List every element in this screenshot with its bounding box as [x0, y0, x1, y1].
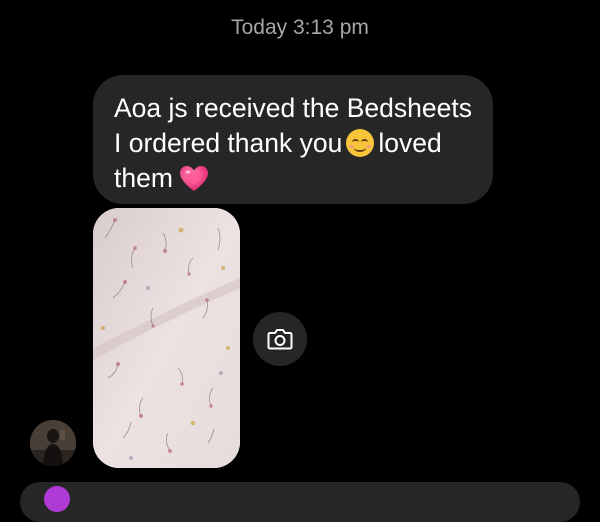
message-bubble[interactable]: Aoa js received the Bedsheets I ordered … — [93, 75, 493, 204]
smiling-face-emoji-icon — [346, 129, 375, 157]
avatar-image — [30, 420, 76, 466]
camera-button[interactable] — [253, 312, 307, 366]
message-line-3: them — [114, 161, 473, 202]
composer-action-icon[interactable] — [44, 486, 70, 512]
message-line-2: I ordered thank you loved — [114, 126, 473, 161]
attached-photo[interactable] — [93, 208, 240, 468]
message-text-3: them — [114, 163, 173, 193]
message-timestamp: Today 3:13 pm — [231, 16, 369, 39]
message-text-2b: loved — [378, 128, 442, 158]
growing-heart-emoji-icon — [179, 165, 209, 202]
message-composer[interactable] — [20, 482, 580, 522]
message-text-2a: I ordered thank you — [114, 128, 343, 158]
message-text-1: Aoa js received the Bedsheets — [114, 93, 472, 123]
sender-avatar[interactable] — [30, 420, 76, 466]
message-line-1: Aoa js received the Bedsheets — [114, 91, 473, 126]
bedsheet-photo-image — [93, 208, 240, 468]
camera-icon — [267, 329, 293, 350]
